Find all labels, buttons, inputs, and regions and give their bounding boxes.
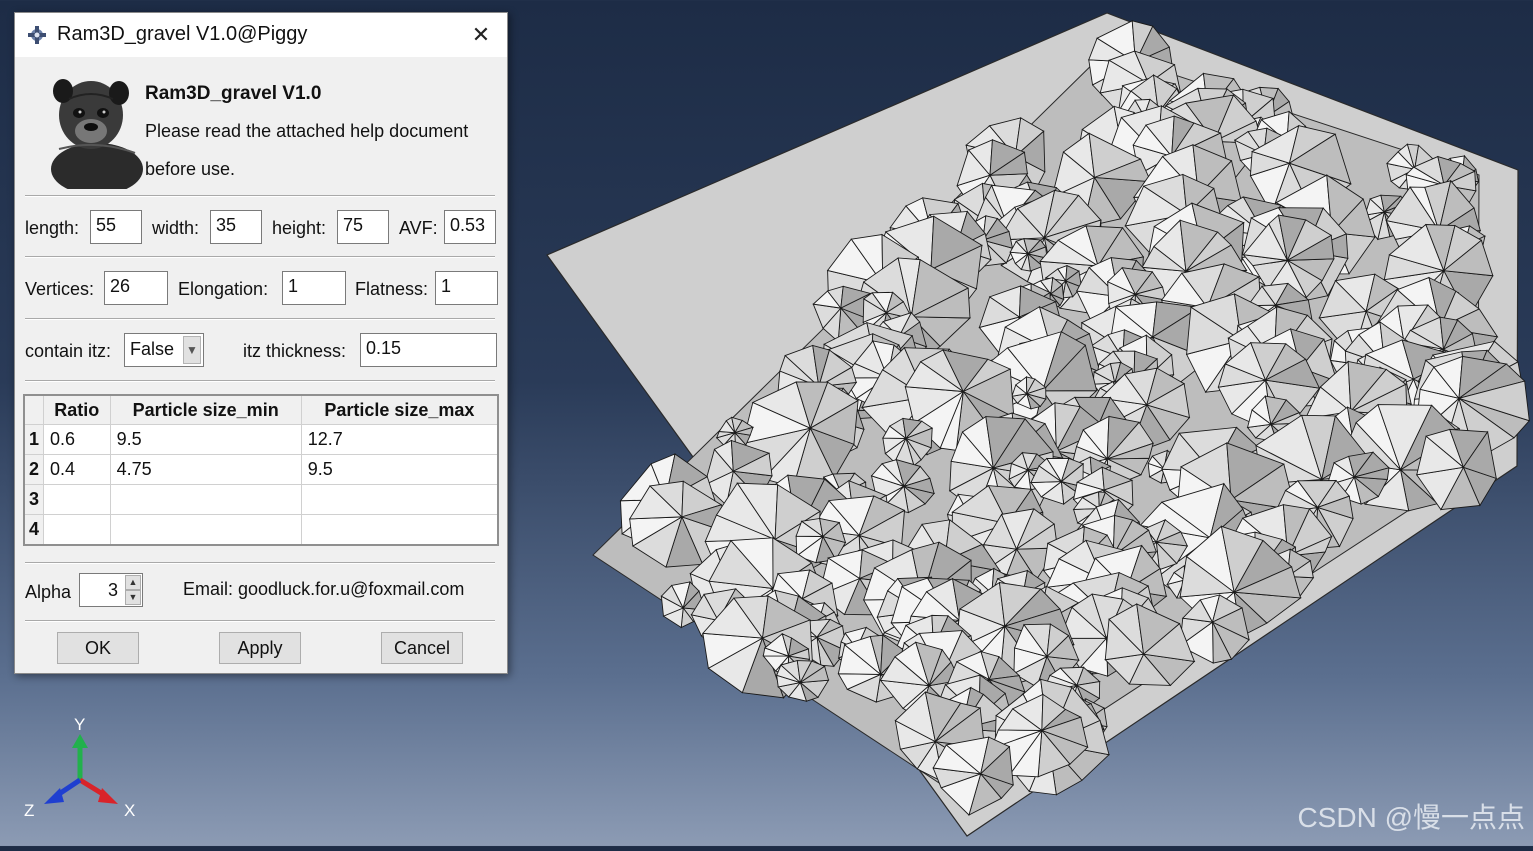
apply-button[interactable]: Apply [219,632,301,664]
spin-up-icon[interactable]: ▲ [125,575,141,590]
crosshair-plug-icon [28,26,46,44]
contain-itz-label: contain itz: [25,341,112,361]
alpha-value: 3 [107,580,118,600]
separator [25,195,495,197]
ratio-cell[interactable]: 0.6 [43,424,111,455]
table-row: 2 0.4 4.75 9.5 [23,454,499,485]
window-title: Ram3D_gravel V1.0@Piggy [57,23,308,45]
table-row: 3 [23,484,499,515]
contain-itz-value: False [130,339,175,359]
width-input[interactable]: 35 [210,210,262,244]
ratio-cell[interactable] [43,514,111,546]
itz-thickness-input[interactable]: 0.15 [360,333,497,367]
size-min-cell[interactable] [109,514,302,546]
table-row: 4 [23,514,499,546]
pug-dog-image [39,69,147,189]
contact-email: Email: goodluck.for.u@foxmail.com [183,579,465,599]
table-row: 1 0.6 9.5 12.7 [23,424,499,455]
close-icon: ✕ [471,22,491,47]
row-header[interactable]: 1 [23,424,44,455]
row-header[interactable]: 4 [23,514,44,546]
help-notice-line2: before use. [145,159,236,179]
ratio-cell[interactable] [43,484,111,515]
avf-label: AVF: [399,218,438,238]
watermark: CSDN @慢一点点 [1297,802,1525,833]
title-bar[interactable]: Ram3D_gravel V1.0@Piggy ✕ [15,13,507,57]
column-header-ratio[interactable]: Ratio [43,394,111,425]
separator [25,562,495,564]
y-axis-label: Y [74,715,85,734]
itz-thickness-label: itz thickness: [243,341,347,361]
help-notice-line1: Please read the attached help document [145,121,469,141]
column-header-size-max[interactable]: Particle size_max [300,394,499,425]
cancel-button[interactable]: Cancel [381,632,463,664]
spin-down-icon[interactable]: ▼ [125,590,141,605]
separator [25,620,495,622]
chevron-down-icon[interactable]: ▼ [183,336,201,364]
x-axis-label: X [124,801,135,820]
elongation-input[interactable]: 1 [282,271,346,305]
size-max-cell[interactable]: 12.7 [300,424,499,455]
length-label: length: [25,218,80,238]
ram3d-dialog: Ram3D_gravel V1.0@Piggy ✕ Ram3D_gravel V… [14,12,508,674]
corner-cell [23,394,44,425]
column-header-size-min[interactable]: Particle size_min [109,394,302,425]
length-input[interactable]: 55 [90,210,142,244]
flatness-input[interactable]: 1 [435,271,498,305]
size-min-cell[interactable]: 9.5 [109,424,302,455]
height-label: height: [272,218,327,238]
contain-itz-select[interactable]: False ▼ [124,333,204,367]
separator [25,380,495,382]
flatness-label: Flatness: [355,279,429,299]
row-header[interactable]: 2 [23,454,44,485]
vertices-input[interactable]: 26 [104,271,168,305]
height-input[interactable]: 75 [337,210,389,244]
separator [25,318,495,320]
particle-size-table[interactable]: Ratio Particle size_min Particle size_ma… [23,394,499,546]
elongation-label: Elongation: [178,279,269,299]
row-header[interactable]: 3 [23,484,44,515]
ok-button[interactable]: OK [57,632,139,664]
vertices-label: Vertices: [25,279,95,299]
y-axis-head [72,734,88,748]
table-header-row: Ratio Particle size_min Particle size_ma… [23,394,499,425]
z-axis-label: Z [24,801,34,820]
dialog-header-title: Ram3D_gravel V1.0 [145,83,322,104]
ratio-cell[interactable]: 0.4 [43,454,111,485]
alpha-label: Alpha [25,582,72,602]
separator [25,256,495,258]
size-min-cell[interactable] [109,484,302,515]
alpha-spinbox[interactable]: 3 ▲ ▼ [79,573,143,607]
close-button[interactable]: ✕ [467,21,495,49]
axis-triad: Y X Z [24,715,135,820]
size-max-cell[interactable]: 9.5 [300,454,499,485]
width-label: width: [152,218,200,238]
size-max-cell[interactable] [300,484,499,515]
size-max-cell[interactable] [300,514,499,546]
avf-input[interactable]: 0.53 [444,210,496,244]
size-min-cell[interactable]: 4.75 [109,454,302,485]
